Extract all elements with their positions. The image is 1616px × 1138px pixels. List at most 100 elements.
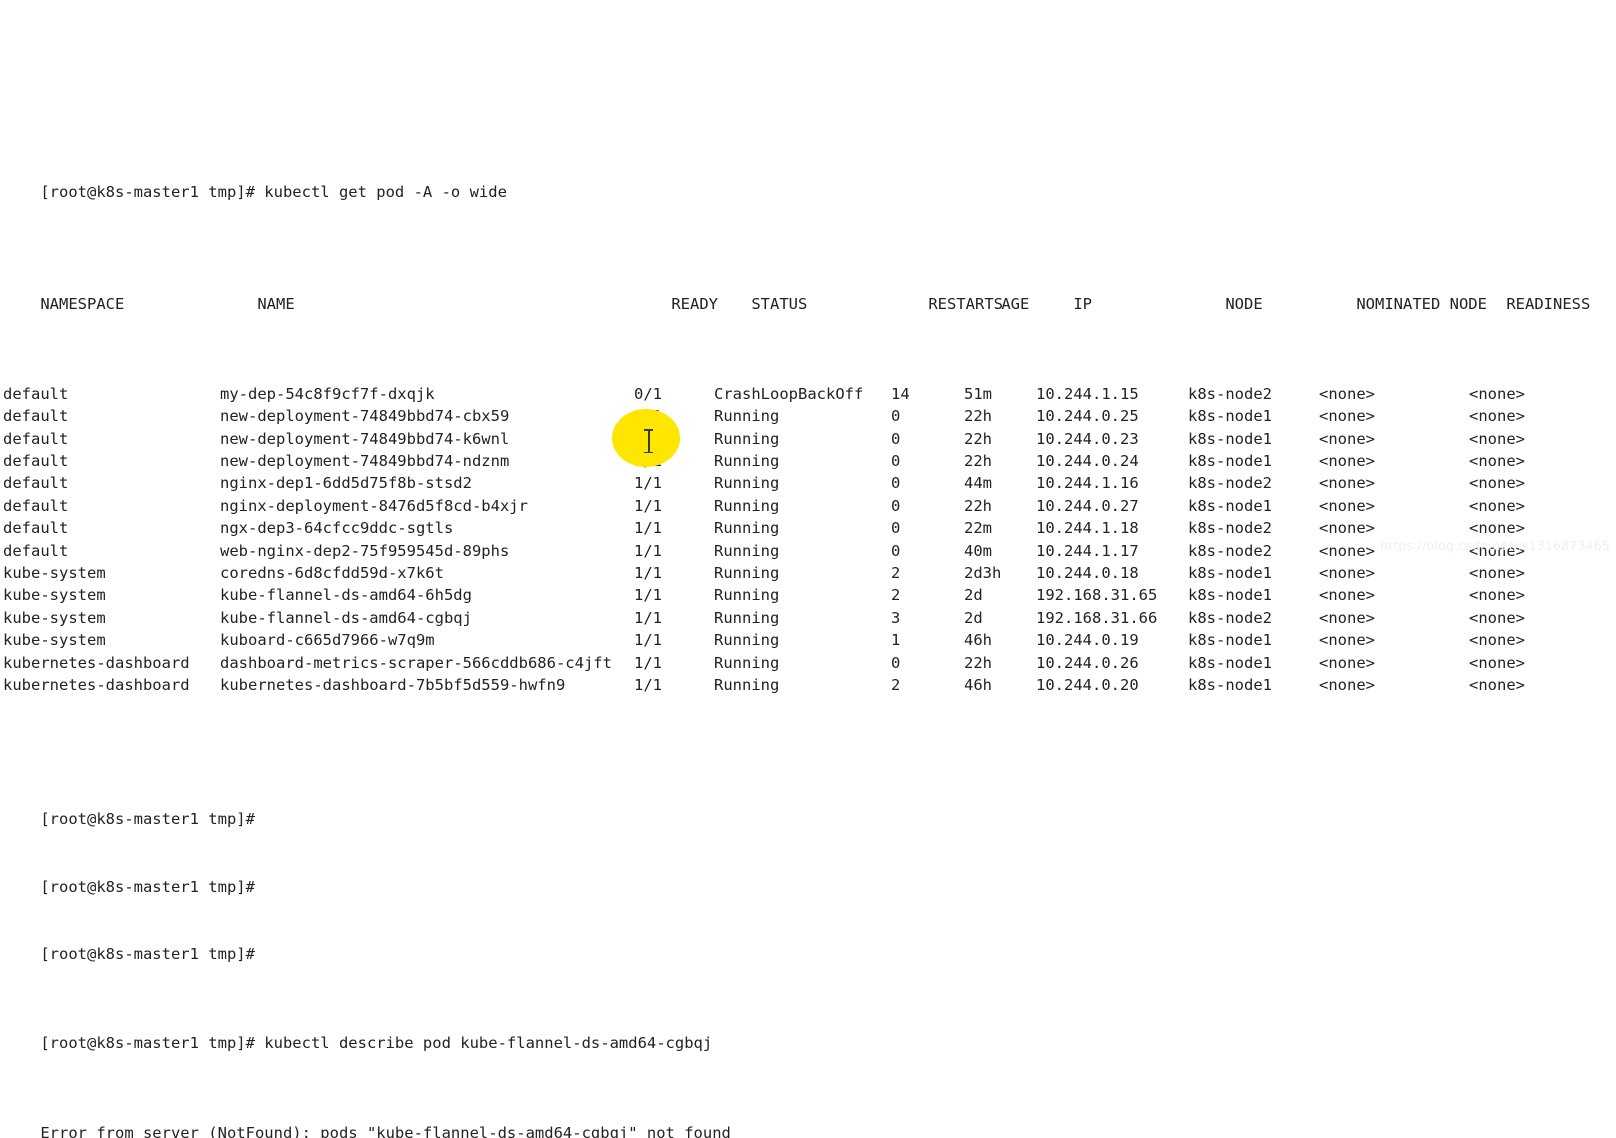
cell-node: k8s-node2 xyxy=(1188,541,1272,560)
terminal-line-prompt-3: [root@k8s-master1 tmp]# xyxy=(0,920,1616,963)
header-readiness-gates: READINESS xyxy=(1506,295,1591,314)
cell-status: Running xyxy=(714,474,780,493)
cell-ready: 1/1 xyxy=(634,653,662,672)
cell-namespace: default xyxy=(3,474,69,493)
cell-readiness-gates: <none> xyxy=(1469,608,1525,627)
cell-namespace: kubernetes-dashboard xyxy=(3,675,190,694)
cell-ready: 1/1 xyxy=(634,496,662,515)
cell-readiness-gates: <none> xyxy=(1469,496,1525,515)
cell-readiness-gates: <none> xyxy=(1469,384,1525,403)
cell-readiness-gates: <none> xyxy=(1469,631,1525,650)
cell-name: dashboard-metrics-scraper-566cddb686-c4j… xyxy=(220,653,612,672)
table-header-row: NAMESPACE NAME READY STATUS RESTARTSAGE IP NOD… xyxy=(0,271,1616,313)
pod-table-body: default my-dep-54c8f9cf7f-dxqjk 0/1 CrashLo… xyxy=(0,383,1616,696)
cell-status: Running xyxy=(714,608,780,627)
cell-status: CrashLoopBackOff xyxy=(714,384,864,403)
cell-readiness-gates: <none> xyxy=(1469,474,1525,493)
cell-status: Running xyxy=(714,541,780,560)
cell-ready: 1/1 xyxy=(634,519,662,538)
cell-restarts: 0 xyxy=(891,653,901,672)
cell-readiness-gates: <none> xyxy=(1469,653,1525,672)
prompt-text-2: [root@k8s-master1 tmp]# xyxy=(40,877,255,896)
cell-ip: 10.244.0.19 xyxy=(1036,631,1139,650)
cell-ready: 1/1 xyxy=(634,541,662,560)
table-row: default new-deployment-74849bbd74-cbx59 1/… xyxy=(0,405,1616,427)
prompt-text-3: [root@k8s-master1 tmp]# xyxy=(40,944,255,963)
cell-namespace: default xyxy=(3,407,69,426)
cell-ready: 0/1 xyxy=(634,384,662,403)
cell-node: k8s-node1 xyxy=(1188,586,1272,605)
cell-readiness-gates: <none> xyxy=(1469,564,1525,582)
cell-name: kube-flannel-ds-amd64-cgbqj xyxy=(220,608,472,627)
cell-restarts: 3 xyxy=(891,608,901,627)
cell-ip: 10.244.0.18 xyxy=(1036,564,1139,582)
table-row: kubernetes-dashboard kubernetes-dashboard… xyxy=(0,674,1616,696)
cell-ip: 10.244.0.27 xyxy=(1036,496,1139,515)
header-name: NAME xyxy=(257,295,295,314)
cell-node: k8s-node2 xyxy=(1188,519,1272,538)
table-row: kube-system kube-flannel-ds-amd64-6h5dg 1/… xyxy=(0,584,1616,606)
cell-age: 22h xyxy=(964,407,992,426)
cell-ip: 10.244.0.20 xyxy=(1036,675,1139,694)
cell-name: new-deployment-74849bbd74-k6wnl xyxy=(220,429,510,448)
cell-status: Running xyxy=(714,675,780,694)
cell-namespace: default xyxy=(3,496,69,515)
terminal-line-prompt-2: [root@k8s-master1 tmp]# xyxy=(0,853,1616,896)
cell-node: k8s-node2 xyxy=(1188,474,1272,493)
cell-readiness-gates: <none> xyxy=(1469,429,1525,448)
cell-restarts: 0 xyxy=(891,519,901,538)
cell-age: 2d3h xyxy=(964,564,1002,582)
table-row: default new-deployment-74849bbd74-k6wnl 1/… xyxy=(0,428,1616,450)
cell-status: Running xyxy=(714,586,780,605)
cell-nominated-node: <none> xyxy=(1319,384,1375,403)
cell-node: k8s-node1 xyxy=(1188,407,1272,426)
terminal-line-error-output: Error from server (NotFound): pods "kube… xyxy=(0,1100,1616,1138)
cell-restarts: 2 xyxy=(891,564,901,582)
header-status: STATUS xyxy=(751,295,808,314)
cell-nominated-node: <none> xyxy=(1319,653,1375,672)
table-row: default ngx-dep3-64cfcc9ddc-sgtls 1/1 Runni… xyxy=(0,517,1616,539)
terminal-window[interactable]: [root@k8s-master1 tmp]# kubectl get pod … xyxy=(0,0,1616,1138)
cell-namespace: default xyxy=(3,429,69,448)
table-row: kubernetes-dashboard dashboard-metrics-sc… xyxy=(0,652,1616,674)
command-line-1-text: [root@k8s-master1 tmp]# kubectl get pod … xyxy=(40,183,507,202)
cell-namespace: kube-system xyxy=(3,608,106,627)
cell-namespace: default xyxy=(3,384,69,403)
cell-age: 51m xyxy=(964,384,992,403)
cell-ip: 10.244.1.16 xyxy=(1036,474,1139,493)
cell-age: 2d xyxy=(964,608,983,627)
cell-node: k8s-node2 xyxy=(1188,384,1272,403)
cell-nominated-node: <none> xyxy=(1319,631,1375,650)
cell-namespace: default xyxy=(3,541,69,560)
cell-nominated-node: <none> xyxy=(1319,519,1375,538)
cell-ready: 1/1 xyxy=(634,474,662,493)
cell-ip: 10.244.0.23 xyxy=(1036,429,1139,448)
cell-node: k8s-node1 xyxy=(1188,452,1272,471)
cell-status: Running xyxy=(714,631,780,650)
cell-restarts: 0 xyxy=(891,407,901,426)
header-nominated-node: NOMINATED NODE xyxy=(1356,295,1487,314)
cell-nominated-node: <none> xyxy=(1319,675,1375,694)
cell-status: Running xyxy=(714,564,780,582)
table-row: kube-system kube-flannel-ds-amd64-cgbqj 1/… xyxy=(0,607,1616,629)
cell-status: Running xyxy=(714,653,780,672)
cell-ready: 1/1 xyxy=(634,429,662,448)
cell-ip: 10.244.0.25 xyxy=(1036,407,1139,426)
cell-node: k8s-node1 xyxy=(1188,631,1272,650)
cell-ready: 1/1 xyxy=(634,675,662,694)
header-node: NODE xyxy=(1225,295,1263,314)
cell-readiness-gates: <none> xyxy=(1469,586,1525,605)
cell-age: 40m xyxy=(964,541,992,560)
cell-ip: 10.244.1.17 xyxy=(1036,541,1139,560)
cell-ip: 10.244.1.15 xyxy=(1036,384,1139,403)
cell-namespace: kube-system xyxy=(3,631,106,650)
cell-restarts: 2 xyxy=(891,586,901,605)
cell-namespace: default xyxy=(3,452,69,471)
cell-restarts: 2 xyxy=(891,675,901,694)
cell-node: k8s-node1 xyxy=(1188,564,1272,582)
cell-name: my-dep-54c8f9cf7f-dxqjk xyxy=(220,384,435,403)
cell-restarts: 0 xyxy=(891,474,901,493)
cell-nominated-node: <none> xyxy=(1319,496,1375,515)
cell-name: web-nginx-dep2-75f959545d-89phs xyxy=(220,541,510,560)
prompt-text-1: [root@k8s-master1 tmp]# xyxy=(40,810,255,829)
